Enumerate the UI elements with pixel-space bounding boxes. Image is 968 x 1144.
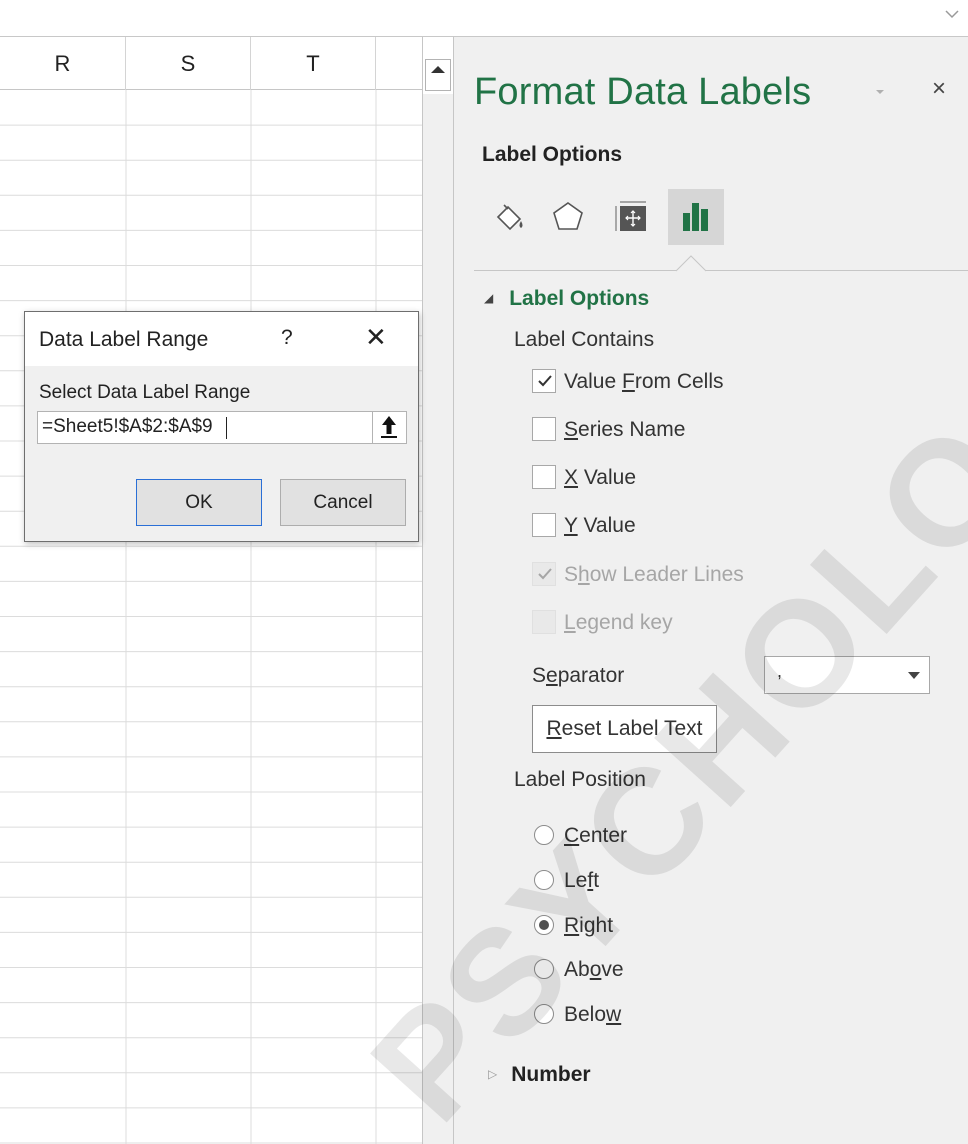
radio-label: Above [564, 958, 624, 981]
bar-chart-icon [683, 203, 708, 231]
checkbox-label: X Value [564, 466, 637, 489]
radio-label: Below [564, 1003, 622, 1026]
dialog-prompt: Select Data Label Range [39, 382, 251, 403]
pane-title: Format Data Labels [474, 71, 812, 113]
checkbox-label: Legend key [564, 611, 673, 634]
checkbox-label: Show Leader Lines [564, 563, 744, 586]
number-section-title: Number [511, 1063, 591, 1086]
checkbox-label: Series Name [564, 418, 686, 441]
format-data-labels-pane: Format Data Labels × Label Options ◢ Lab… [454, 37, 968, 1144]
checkbox [532, 610, 556, 634]
label-options-tab[interactable] [668, 189, 724, 245]
section-title: Label Options [509, 287, 650, 310]
dialog-title: Data Label Range [39, 328, 209, 351]
triangle-up-icon [431, 66, 445, 73]
data-label-range-dialog: Data Label Range ? ✕ Select Data Label R… [24, 311, 419, 542]
column-headers: R S T [0, 37, 422, 90]
checkbox [532, 562, 556, 586]
pentagon-icon [553, 202, 583, 230]
label-position-heading: Label Position [514, 768, 646, 791]
separator-label: Separator [532, 664, 625, 687]
separator-dropdown[interactable]: , [764, 656, 930, 694]
checkbox[interactable] [532, 513, 556, 537]
radio-button[interactable] [534, 870, 554, 890]
ok-button[interactable]: OK [136, 479, 262, 526]
tab-indicator-notch [676, 255, 706, 272]
radio-button[interactable] [534, 959, 554, 979]
pane-options-dropdown-icon[interactable] [874, 87, 886, 97]
radio-label: Left [564, 869, 600, 892]
expand-triangle-icon: ▷ [488, 1067, 498, 1081]
radio-selected-dot [539, 920, 549, 930]
collapse-dialog-button[interactable] [372, 412, 406, 443]
help-button[interactable]: ? [281, 326, 293, 350]
column-header-t[interactable]: T [251, 37, 376, 90]
range-input-value: =Sheet5!$A$2:$A$9 [42, 416, 213, 437]
radio-label: Center [564, 824, 628, 847]
cell-gridlines [0, 90, 422, 1144]
dropdown-arrow-icon [908, 672, 920, 679]
arrow-up-icon [381, 416, 397, 438]
pane-subtitle[interactable]: Label Options [482, 143, 622, 167]
radio-button[interactable] [534, 825, 554, 845]
pane-divider [474, 270, 968, 271]
collapse-triangle-icon: ◢ [484, 291, 494, 305]
worksheet-grid[interactable]: R S T [0, 37, 422, 1144]
checkmark-icon [538, 568, 552, 580]
checkbox[interactable] [532, 369, 556, 393]
vertical-scrollbar[interactable] [422, 37, 454, 1144]
column-header-r[interactable]: R [0, 37, 126, 90]
radio-button[interactable] [534, 915, 554, 935]
size-properties-tab[interactable] [604, 189, 660, 245]
radio-label: Right [564, 914, 614, 937]
chevron-down-icon[interactable] [944, 6, 960, 22]
radio-button[interactable] [534, 1004, 554, 1024]
cancel-button[interactable]: Cancel [280, 479, 406, 526]
text-cursor [226, 417, 227, 439]
effects-tab[interactable] [540, 189, 596, 245]
column-header-s[interactable]: S [126, 37, 251, 90]
scrollbar-track[interactable] [423, 94, 453, 1144]
pane-close-button[interactable]: × [932, 75, 946, 103]
fill-line-tab[interactable] [482, 189, 538, 245]
reset-label-text-button[interactable]: Reset Label Text [532, 705, 717, 753]
ribbon-collapsed-strip [0, 0, 968, 37]
size-properties-icon [615, 201, 646, 231]
pane-category-tabs [482, 187, 742, 247]
label-contains-heading: Label Contains [514, 328, 655, 351]
separator-value: , [777, 661, 783, 681]
checkmark-icon [538, 375, 552, 387]
label-options-section-header[interactable]: ◢ Label Options [484, 287, 649, 311]
scroll-up-button[interactable] [425, 59, 451, 91]
checkbox[interactable] [532, 465, 556, 489]
dialog-titlebar[interactable]: Data Label Range ? ✕ [25, 312, 418, 366]
number-section-header[interactable]: ▷ Number [488, 1063, 591, 1087]
checkbox-label: Y Value [564, 514, 636, 537]
checkbox[interactable] [532, 417, 556, 441]
checkbox-label: Value From Cells [564, 370, 724, 393]
dialog-close-button[interactable]: ✕ [365, 322, 387, 353]
range-input[interactable]: =Sheet5!$A$2:$A$9 [37, 411, 407, 444]
paint-bucket-icon [496, 204, 523, 231]
